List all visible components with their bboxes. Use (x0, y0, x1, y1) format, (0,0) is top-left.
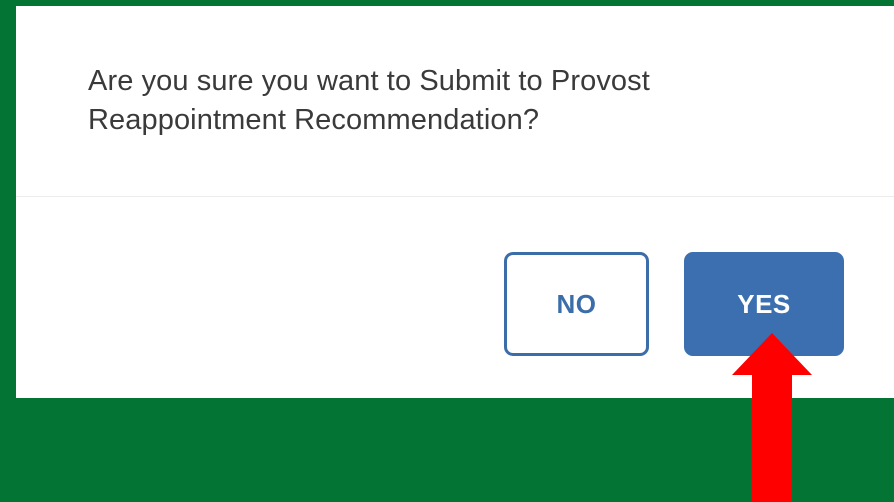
red-arrow-up-icon (732, 333, 812, 502)
no-button[interactable]: NO (504, 252, 649, 356)
dialog-message: Are you sure you want to Submit to Provo… (88, 65, 650, 136)
dialog-body: Are you sure you want to Submit to Provo… (16, 6, 894, 196)
